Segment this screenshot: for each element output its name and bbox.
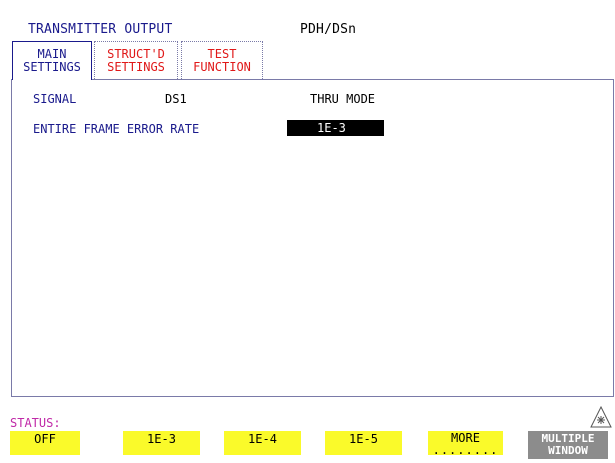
screen: TRANSMITTER OUTPUT PDH/DSn MAIN SETTINGS… [0, 0, 615, 463]
multi-window-burst-icon [590, 406, 612, 428]
tab-main-line2: SETTINGS [23, 60, 81, 74]
more-dots: ........ [432, 443, 499, 457]
rate-1e-4-softkey[interactable]: 1E-4 [224, 431, 301, 455]
signal-label: SIGNAL [33, 92, 77, 106]
tab-main-settings[interactable]: MAIN SETTINGS [12, 41, 92, 80]
tab-struct-line2: SETTINGS [107, 59, 165, 74]
mode-label: PDH/DSn [300, 22, 357, 37]
more-softkey[interactable]: MORE ........ [428, 431, 503, 457]
signal-value[interactable]: DS1 [165, 92, 187, 106]
tab-test-line2: FUNCTION [193, 59, 251, 74]
tab-test-function[interactable]: TEST FUNCTION [181, 41, 263, 79]
off-softkey[interactable]: OFF [10, 431, 80, 455]
frame-error-rate-field[interactable]: 1E-3 [287, 120, 384, 136]
thru-mode-label[interactable]: THRU MODE [310, 92, 375, 106]
multi-line2: WINDOW [548, 444, 588, 457]
rate-1e-5-softkey[interactable]: 1E-5 [325, 431, 402, 455]
status-label: STATUS: [10, 416, 61, 430]
page-title: TRANSMITTER OUTPUT [28, 22, 173, 37]
multiple-window-button[interactable]: MULTIPLE WINDOW [528, 431, 608, 459]
tab-structd-settings[interactable]: STRUCT'D SETTINGS [94, 41, 178, 79]
frame-error-rate-label: ENTIRE FRAME ERROR RATE [33, 122, 200, 136]
tab-struct-line1: STRUCT'D [107, 46, 165, 61]
tab-test-line1: TEST [207, 46, 237, 61]
rate-1e-3-softkey[interactable]: 1E-3 [123, 431, 200, 455]
